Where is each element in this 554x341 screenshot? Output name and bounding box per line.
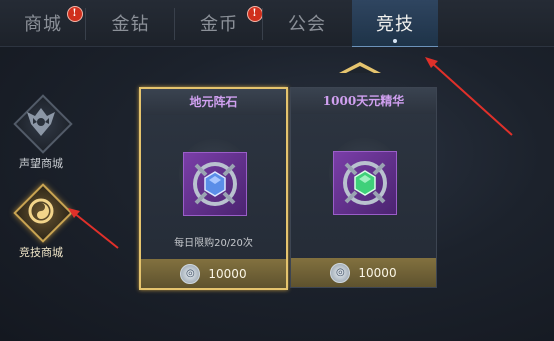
annotation-arrows xyxy=(68,57,513,249)
annotation-arrow-icon xyxy=(68,208,119,249)
annotation-arrow-icon xyxy=(425,57,513,136)
